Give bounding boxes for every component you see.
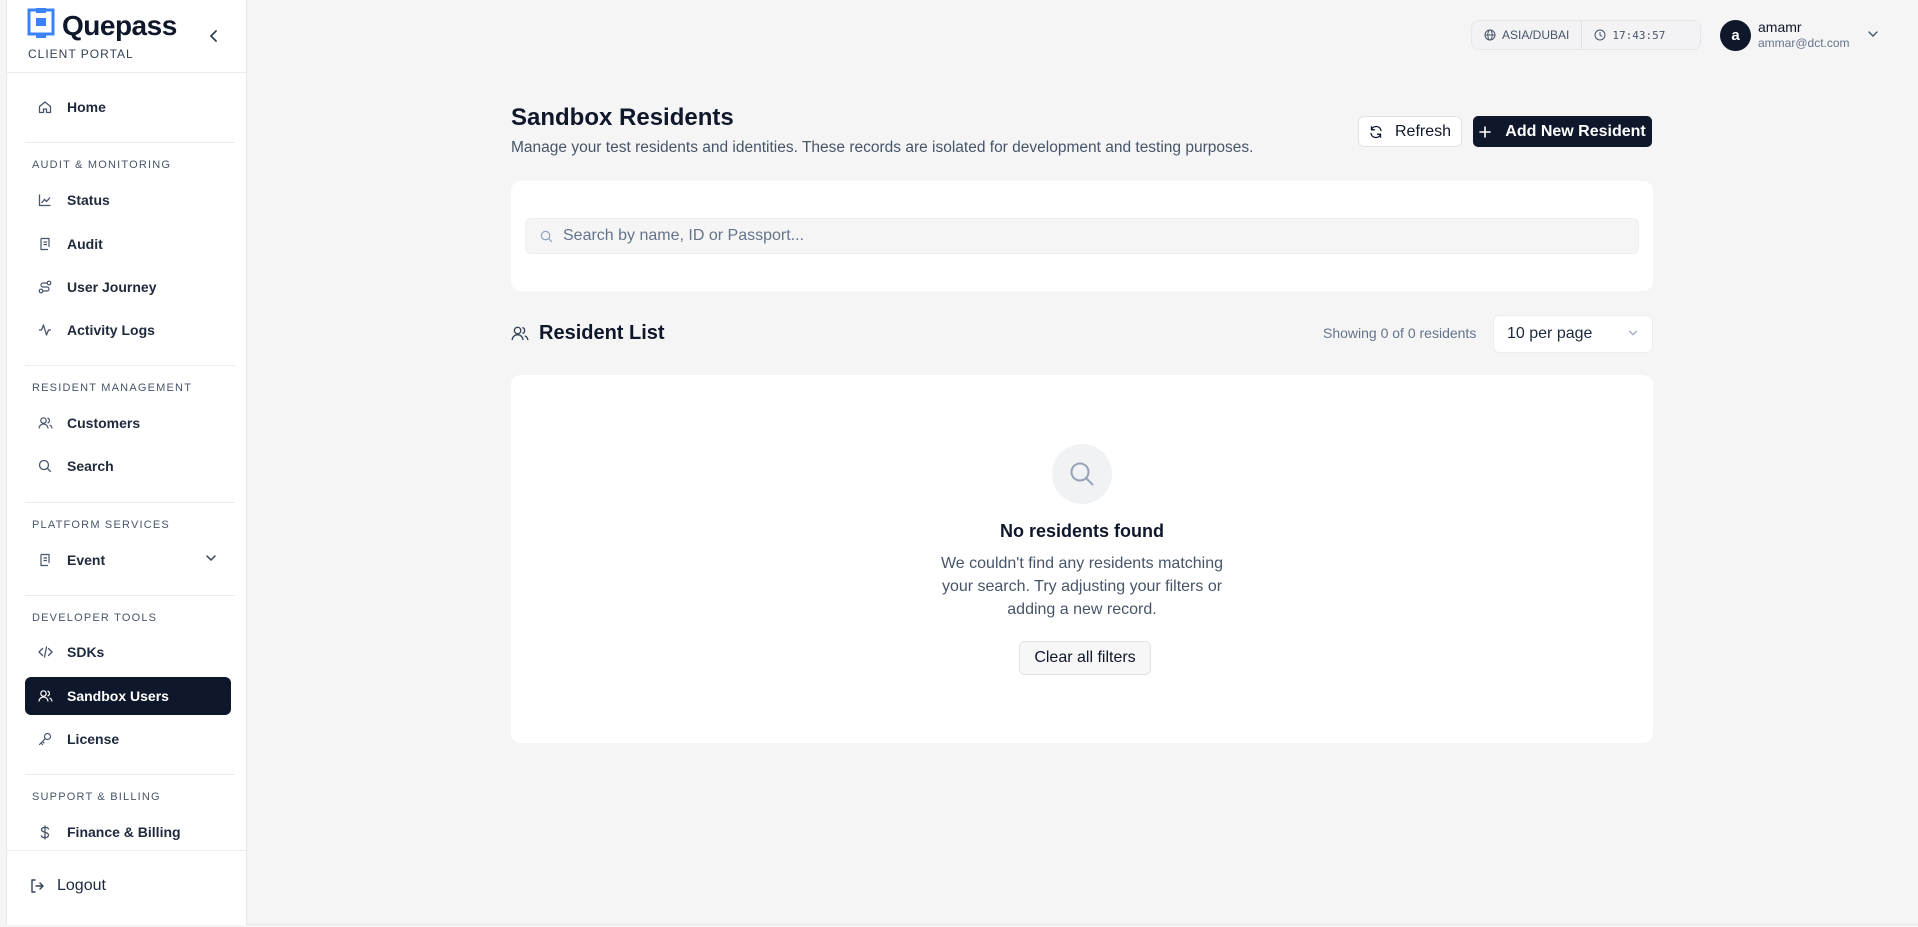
quepass-logo-icon [27, 8, 55, 38]
sidebar-item-customers[interactable]: Customers [25, 404, 231, 442]
chart-line-icon [37, 192, 53, 208]
sidebar-item-sdks[interactable]: SDKs [25, 633, 231, 671]
page-subtitle: Manage your test residents and identitie… [511, 139, 1254, 156]
dollar-icon [37, 824, 53, 840]
clock-icon [1594, 29, 1606, 41]
sidebar-item-user-journey[interactable]: User Journey [25, 268, 231, 306]
sidebar-item-label: Audit [67, 236, 103, 252]
clock: 17:43:57 [1581, 21, 1677, 49]
collapse-sidebar-button[interactable] [204, 26, 224, 46]
section-label-audit: AUDIT & MONITORING [32, 159, 172, 171]
sidebar-item-label: License [67, 731, 120, 747]
sidebar-item-label: Event [67, 552, 106, 568]
key-icon [37, 731, 53, 747]
sidebar-item-license[interactable]: License [25, 720, 231, 758]
sidebar-item-label: Activity Logs [67, 322, 155, 338]
sidebar-item-event[interactable]: Event [25, 541, 231, 579]
users-icon [37, 688, 53, 704]
add-new-resident-button[interactable]: Add New Resident [1473, 116, 1652, 147]
divider [25, 502, 235, 503]
sidebar-item-label: Status [67, 192, 110, 208]
app-frame: Quepass CLIENT PORTAL Home AUDIT & MONIT… [6, 0, 1918, 925]
globe-icon [1484, 29, 1496, 41]
resident-list-title: Resident List [539, 322, 665, 344]
sidebar-item-label: Finance & Billing [67, 824, 181, 840]
add-new-resident-label: Add New Resident [1505, 122, 1646, 140]
logout-label: Logout [57, 877, 106, 894]
empty-state-text: We couldn't find any residents matching … [940, 555, 1224, 618]
code-icon [37, 644, 53, 660]
refresh-icon [1369, 125, 1383, 139]
clock-time: 17:43:57 [1612, 28, 1666, 42]
user-menu[interactable]: a amamr ammar@dct.com [1720, 18, 1910, 54]
search-icon [37, 458, 53, 474]
timezone-clock: ASIA/DUBAI 17:43:57 [1471, 20, 1701, 50]
logout-button[interactable]: Logout [29, 877, 106, 895]
sidebar-item-label: User Journey [67, 279, 157, 295]
per-page-select[interactable]: 10 per page [1493, 315, 1653, 353]
scroll-icon [37, 552, 53, 568]
page-title: Sandbox Residents [511, 104, 734, 131]
sidebar-item-finance-billing[interactable]: Finance & Billing [25, 813, 231, 851]
search-input[interactable] [563, 227, 1563, 245]
sidebar-item-activity-logs[interactable]: Activity Logs [25, 311, 231, 349]
sidebar: Quepass CLIENT PORTAL Home AUDIT & MONIT… [7, 0, 247, 925]
chevron-down-icon [1629, 330, 1637, 336]
sidebar-item-label: Sandbox Users [67, 688, 169, 704]
section-label-developer: DEVELOPER TOOLS [32, 612, 158, 624]
timezone: ASIA/DUBAI [1472, 21, 1581, 49]
chevron-down-icon [1868, 31, 1878, 37]
empty-state-title: No residents found [999, 521, 1164, 541]
section-label-support: SUPPORT & BILLING [32, 791, 161, 803]
refresh-button[interactable]: Refresh [1358, 116, 1462, 147]
search-card [511, 181, 1653, 291]
sidebar-item-search[interactable]: Search [25, 447, 231, 485]
section-label-platform: PLATFORM SERVICES [32, 519, 170, 531]
refresh-label: Refresh [1394, 122, 1452, 140]
search-icon [540, 230, 553, 243]
timezone-label: ASIA/DUBAI [1502, 28, 1570, 42]
empty-state-card: No residents found We couldn't find any … [511, 375, 1653, 743]
brand-name: Quepass [62, 10, 177, 41]
sidebar-item-label: Customers [67, 415, 141, 431]
empty-search-icon [1052, 444, 1112, 504]
sidebar-item-home[interactable]: Home [25, 88, 231, 126]
sidebar-item-sandbox-users[interactable]: Sandbox Users [25, 677, 231, 715]
clear-filters-button[interactable]: Clear all filters [1019, 641, 1151, 675]
sidebar-item-label: Home [67, 99, 106, 115]
sidebar-item-audit[interactable]: Audit [25, 225, 231, 263]
home-icon [37, 99, 53, 115]
scroll-icon [37, 236, 53, 252]
logout-area: Logout [7, 850, 247, 925]
chevron-down-icon [206, 555, 216, 562]
results-count: Showing 0 of 0 residents [1323, 325, 1477, 341]
divider [25, 774, 235, 775]
user-email: ammar@dct.com [1758, 36, 1850, 50]
divider [7, 72, 247, 73]
route-icon [37, 279, 53, 295]
section-label-resident: RESIDENT MANAGEMENT [32, 382, 193, 394]
brand-subtitle: CLIENT PORTAL [28, 47, 134, 61]
plus-icon [1479, 125, 1492, 138]
per-page-value: 10 per page [1507, 325, 1593, 342]
sidebar-item-status[interactable]: Status [25, 181, 231, 219]
avatar: a [1720, 20, 1751, 51]
search-field[interactable] [525, 218, 1639, 254]
users-icon [37, 415, 53, 431]
divider [25, 365, 235, 366]
divider [25, 142, 235, 143]
logout-icon [29, 878, 45, 894]
resident-list-heading: Resident List [511, 322, 665, 345]
user-name: amamr [1758, 19, 1802, 35]
chevron-left-icon [209, 30, 217, 42]
activity-icon [37, 322, 53, 338]
sidebar-item-label: Search [67, 458, 114, 474]
users-icon [511, 325, 529, 342]
sidebar-item-label: SDKs [67, 644, 105, 660]
divider [25, 595, 235, 596]
